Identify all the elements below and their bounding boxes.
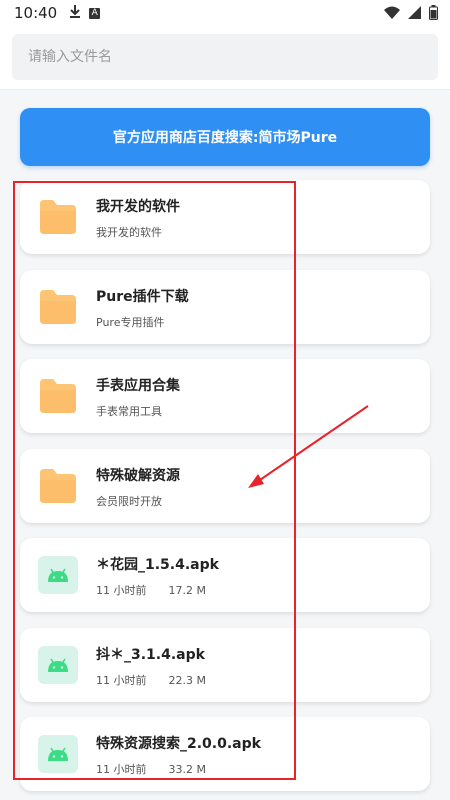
- file-time: 11 小时前: [96, 673, 147, 687]
- a-notification-icon: A: [89, 7, 101, 19]
- search-input[interactable]: [28, 49, 422, 65]
- battery-icon: [429, 5, 438, 24]
- file-description: 我开发的软件: [96, 226, 162, 239]
- folder-icon: [38, 198, 78, 236]
- file-meta: 11 小时前 33.2 M: [96, 761, 206, 777]
- android-apk-icon: [38, 735, 78, 773]
- folder-icon: [38, 377, 78, 415]
- file-title: 我开发的软件: [96, 199, 180, 215]
- file-size: 22.3 M: [168, 673, 206, 687]
- file-time: 11 小时前: [96, 763, 147, 776]
- file-time: 11 小时前: [96, 584, 147, 597]
- file-title: 特殊破解资源: [96, 467, 180, 484]
- android-apk-icon: [38, 556, 78, 594]
- file-title: 手表应用合集: [96, 378, 180, 394]
- download-icon: [69, 4, 81, 22]
- file-size: 17.2 M: [168, 584, 206, 597]
- file-meta: 11 小时前 22.3 M: [96, 672, 206, 688]
- file-title: Pure插件下载: [96, 288, 189, 305]
- apk-list-item[interactable]: ＊花园_1.5.4.apk 11 小时前 17.2 M: [20, 538, 430, 612]
- status-time: 10:40: [14, 4, 58, 22]
- store-banner-button[interactable]: 官方应用商店百度搜索:简市场Pure: [20, 108, 430, 166]
- file-title: 抖＊_3.1.4.apk: [96, 646, 205, 663]
- file-meta: 11 小时前 17.2 M: [96, 582, 206, 598]
- file-size: 33.2 M: [168, 763, 206, 776]
- file-title: ＊花园_1.5.4.apk: [96, 557, 219, 573]
- folder-list-item[interactable]: 特殊破解资源 会员限时开放: [20, 448, 430, 523]
- folder-icon: [38, 467, 78, 505]
- folder-icon: [38, 288, 78, 326]
- search-header: [0, 26, 450, 90]
- apk-list-item[interactable]: 抖＊_3.1.4.apk 11 小时前 22.3 M: [20, 627, 430, 702]
- file-title: 特殊资源搜索_2.0.0.apk: [96, 736, 261, 752]
- signal-icon: [408, 6, 421, 23]
- file-description: 会员限时开放: [96, 494, 162, 508]
- search-box[interactable]: [12, 34, 438, 80]
- wifi-icon: [384, 6, 400, 23]
- folder-list-item[interactable]: Pure插件下载 Pure专用插件: [20, 269, 430, 344]
- file-description: Pure专用插件: [96, 315, 165, 329]
- file-description: 手表常用工具: [96, 405, 162, 418]
- status-bar: 10:40 A: [0, 0, 450, 26]
- folder-list-item[interactable]: 手表应用合集 手表常用工具: [20, 359, 430, 433]
- folder-list-item[interactable]: 我开发的软件 我开发的软件: [20, 180, 430, 254]
- apk-list-item[interactable]: 特殊资源搜索_2.0.0.apk 11 小时前 33.2 M: [20, 717, 430, 791]
- android-apk-icon: [38, 645, 78, 684]
